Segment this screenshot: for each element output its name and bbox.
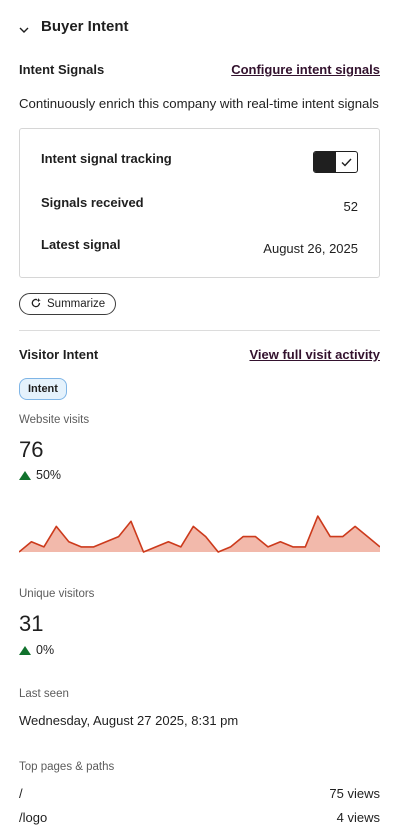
unique-visitors-change: 0% [19, 643, 54, 657]
visitor-intent-heading: Visitor Intent [19, 347, 99, 362]
view-full-visit-activity-link[interactable]: View full visit activity [249, 347, 380, 362]
list-item[interactable]: / 75 views [19, 786, 380, 801]
signals-received-value: 52 [343, 199, 358, 214]
unique-visitors-change-value: 0% [36, 643, 55, 657]
toggle-knob [314, 152, 336, 172]
website-visits-label: Website visits [19, 414, 90, 426]
intent-signals-heading: Intent Signals [19, 62, 105, 77]
website-visits-change-value: 50% [36, 468, 62, 482]
summarize-label: Summarize [47, 298, 106, 310]
intent-signals-card: Intent signal tracking Signals received … [19, 128, 380, 278]
refresh-sparkle-icon [30, 297, 42, 312]
triangle-up-icon [19, 645, 31, 655]
latest-signal-value: August 26, 2025 [263, 241, 358, 256]
page-views: 4 views [336, 810, 380, 825]
page-views: 75 views [329, 786, 380, 801]
triangle-up-icon [19, 470, 31, 480]
intent-tracking-toggle[interactable] [313, 151, 358, 173]
last-seen-value: Wednesday, August 27 2025, 8:31 pm [19, 713, 239, 728]
website-visits-sparkline [19, 515, 380, 553]
tracking-label: Intent signal tracking [41, 151, 172, 166]
list-item[interactable]: /logo 4 views [19, 810, 380, 825]
chevron-down-icon[interactable] [19, 22, 29, 33]
unique-visitors-label: Unique visitors [19, 588, 95, 600]
configure-intent-signals-link[interactable]: Configure intent signals [231, 62, 380, 77]
signals-received-label: Signals received [41, 195, 144, 210]
website-visits-change: 50% [19, 468, 61, 482]
checkmark-icon [336, 152, 357, 172]
section-divider [19, 330, 380, 331]
latest-signal-label: Latest signal [41, 237, 121, 252]
top-pages-label: Top pages & paths [19, 761, 115, 773]
section-title: Buyer Intent [41, 18, 129, 35]
website-visits-value: 76 [19, 437, 44, 462]
summarize-button[interactable]: Summarize [19, 293, 117, 315]
intent-tag: Intent [19, 378, 67, 400]
buyer-intent-header[interactable]: Buyer Intent [19, 18, 129, 35]
intent-signals-description: Continuously enrich this company with re… [19, 96, 379, 111]
page-path: / [19, 786, 23, 801]
unique-visitors-value: 31 [19, 611, 44, 636]
sparkline-area [19, 516, 380, 552]
last-seen-label: Last seen [19, 688, 69, 700]
page-path: /logo [19, 810, 48, 825]
